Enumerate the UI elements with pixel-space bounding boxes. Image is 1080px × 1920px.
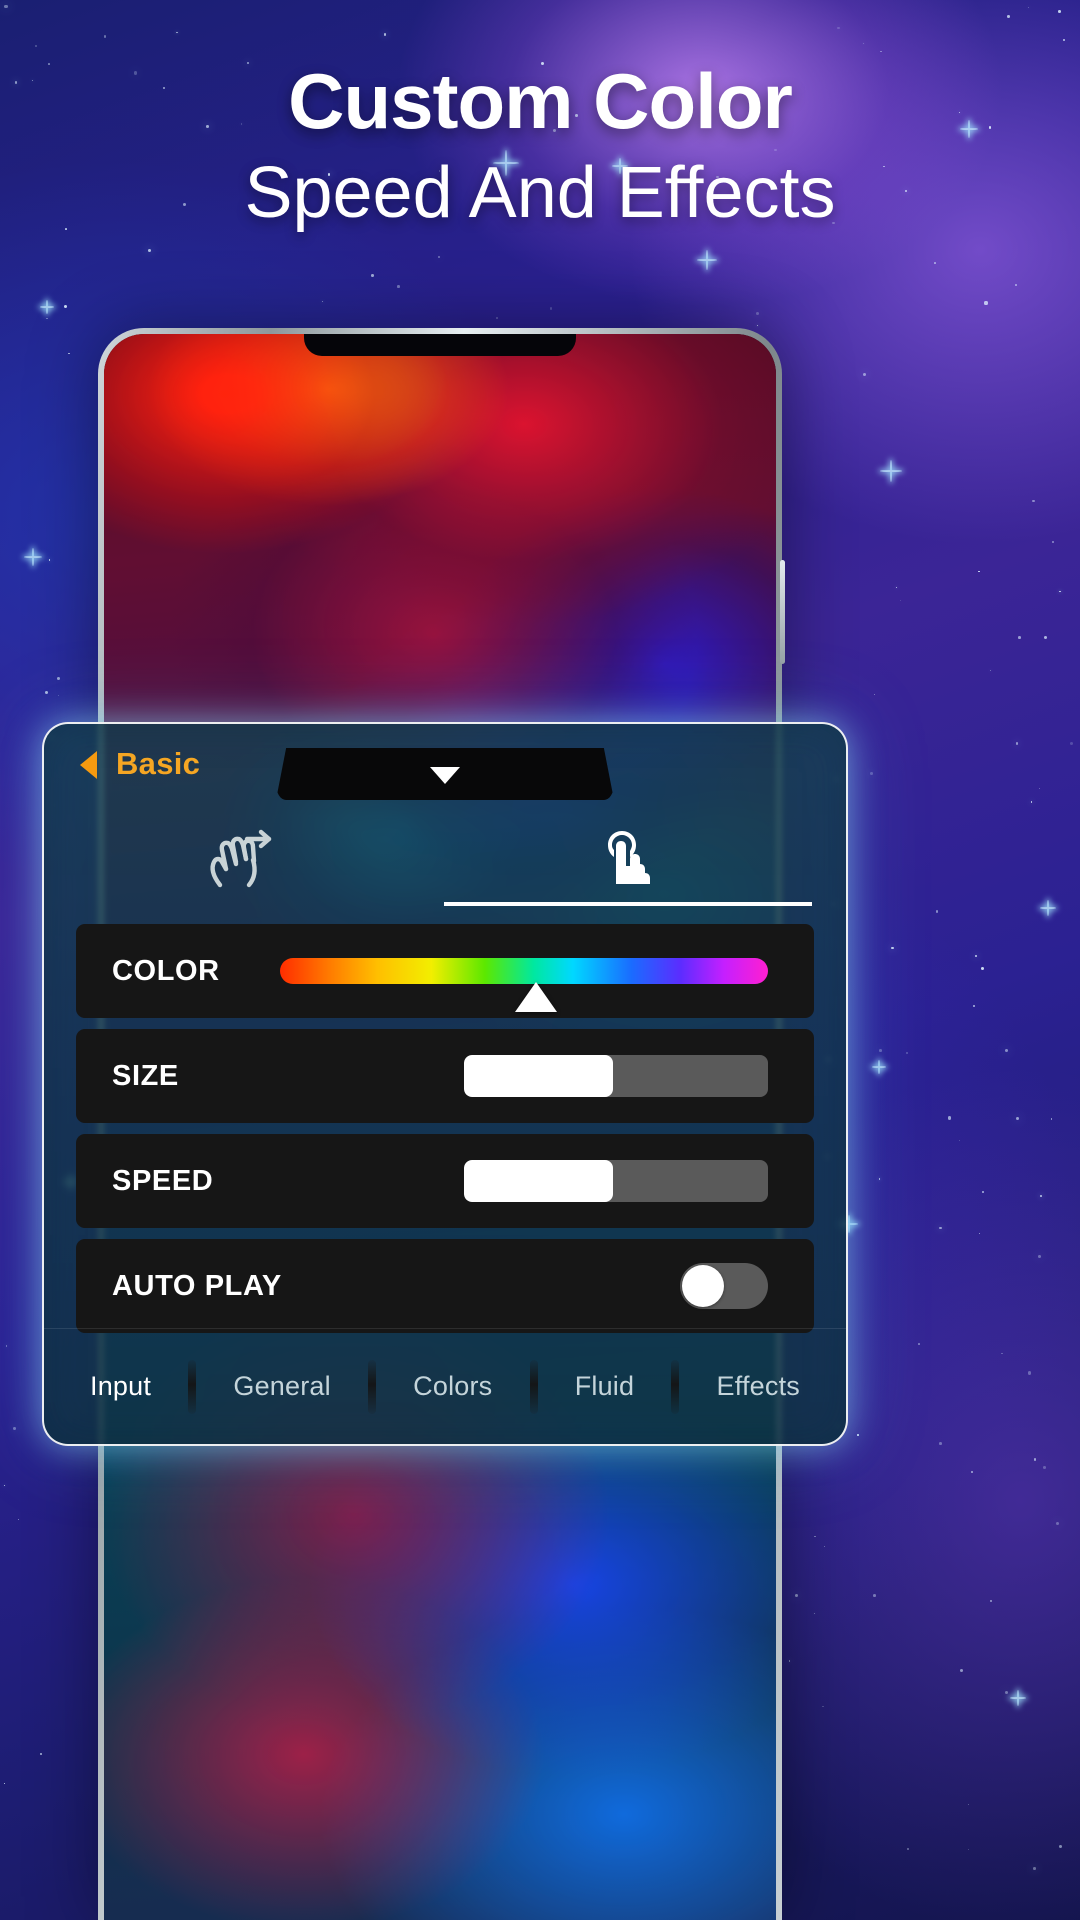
tab-separator: [368, 1359, 376, 1414]
row-size[interactable]: SIZE: [76, 1029, 814, 1123]
tab-fluid[interactable]: Fluid: [575, 1371, 635, 1402]
tap-gesture-tab[interactable]: [444, 812, 812, 906]
phone-side-button: [780, 560, 785, 664]
chevron-down-icon: [430, 766, 460, 784]
panel-header: Basic: [44, 724, 846, 808]
row-label-size: SIZE: [112, 1059, 179, 1092]
gesture-tab-row: [44, 812, 846, 910]
tab-separator: [529, 1359, 538, 1414]
bottom-tab-bar: Input General Colors Fluid Effects: [44, 1328, 846, 1444]
tab-separator: [188, 1359, 197, 1414]
tap-gesture-icon: [596, 826, 660, 888]
panel-title[interactable]: Basic: [116, 746, 200, 782]
swipe-gesture-icon: [203, 828, 281, 890]
size-slider-fill: [464, 1055, 613, 1097]
auto-play-toggle[interactable]: [680, 1263, 768, 1309]
toggle-knob: [682, 1265, 724, 1307]
headline-block: Custom Color Speed And Effects: [0, 57, 1080, 233]
color-slider-thumb[interactable]: [514, 982, 557, 1012]
size-slider[interactable]: [464, 1055, 768, 1097]
row-speed[interactable]: SPEED: [76, 1134, 814, 1228]
color-gradient-slider[interactable]: [280, 958, 768, 984]
tab-separator: [671, 1359, 680, 1414]
row-label-auto-play: AUTO PLAY: [112, 1269, 282, 1302]
tab-input[interactable]: Input: [90, 1371, 151, 1402]
page-subtitle: Speed And Effects: [244, 152, 836, 233]
back-triangle-icon[interactable]: [80, 751, 97, 779]
tab-general[interactable]: General: [233, 1371, 330, 1402]
page-title: Custom Color: [288, 57, 793, 145]
row-label-color: COLOR: [112, 954, 220, 987]
preset-dropdown[interactable]: [276, 748, 614, 800]
tab-colors[interactable]: Colors: [413, 1371, 492, 1402]
speed-slider-fill: [464, 1160, 613, 1202]
row-auto-play[interactable]: AUTO PLAY: [76, 1239, 814, 1333]
settings-rows: COLOR SIZE SPEED AUTO PLAY: [44, 910, 846, 1333]
row-label-speed: SPEED: [112, 1164, 214, 1197]
speed-slider[interactable]: [464, 1160, 768, 1202]
tab-effects[interactable]: Effects: [717, 1371, 800, 1402]
settings-panel: Basic COLOR SIZE SPEED AUTO PLAY Input G…: [42, 722, 848, 1446]
row-color[interactable]: COLOR: [76, 924, 814, 1018]
phone-notch: [304, 334, 576, 356]
swipe-gesture-tab[interactable]: [58, 812, 426, 906]
